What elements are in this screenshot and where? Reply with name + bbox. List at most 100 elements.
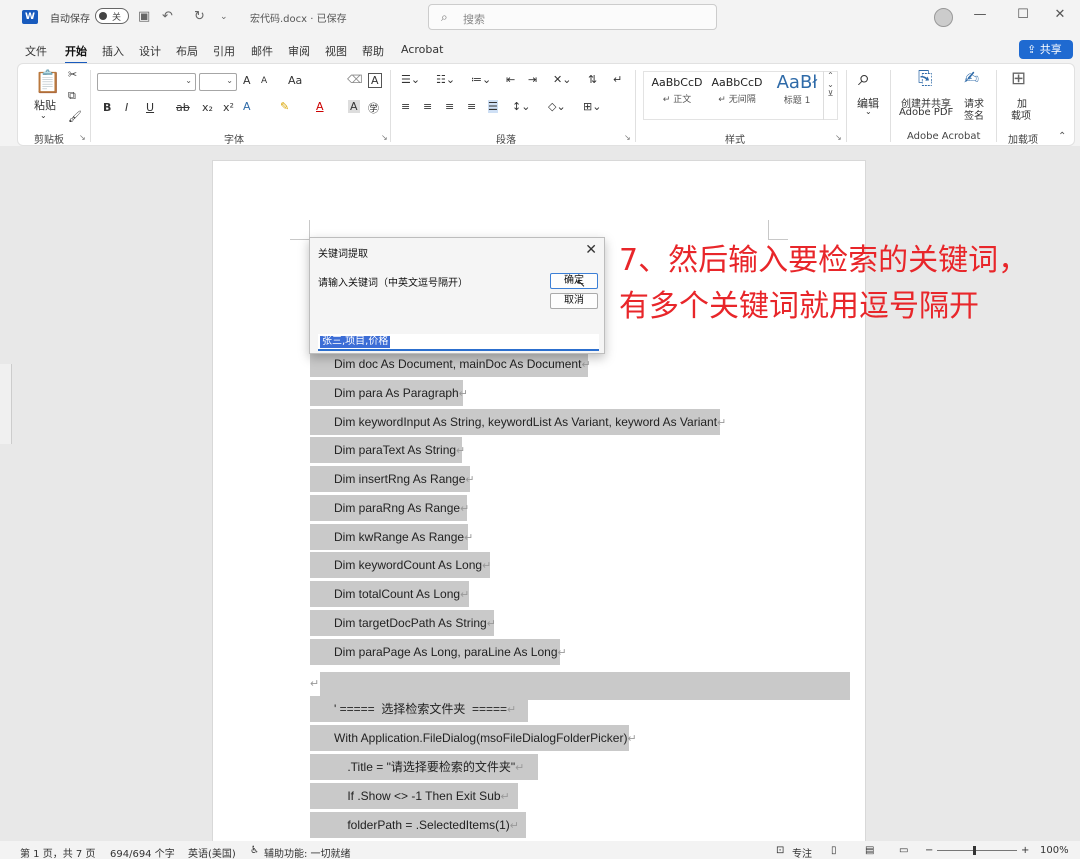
code-line[interactable]: Dim insertRng As Range↵ — [310, 466, 475, 492]
web-layout-icon[interactable]: ▭ — [899, 845, 908, 856]
chinese-layout-icon[interactable]: ✕⌄ — [553, 73, 571, 86]
redo-icon[interactable]: ↻ — [194, 9, 205, 24]
code-line[interactable]: folderPath = .SelectedItems(1)↵ — [310, 812, 526, 838]
char-border-icon[interactable]: A — [368, 73, 382, 88]
tab-review[interactable]: 审阅 — [288, 43, 310, 59]
chevron-down-icon[interactable]: ⌄ — [824, 80, 837, 89]
keyword-input[interactable]: 张三,项目,价格 — [318, 334, 599, 351]
chevron-up-icon[interactable]: ⌃ — [824, 71, 837, 80]
ok-button[interactable]: 确定 — [550, 273, 598, 289]
increase-indent-icon[interactable]: ⇥ — [528, 73, 537, 86]
paragraph-launcher-icon[interactable]: ↘ — [624, 133, 631, 142]
font-launcher-icon[interactable]: ↘ — [381, 133, 388, 142]
addins-icon[interactable]: ⊞ — [1011, 68, 1026, 89]
code-line[interactable]: Dim paraText As String↵ — [310, 437, 465, 463]
grow-font-button[interactable]: A — [243, 74, 251, 87]
language[interactable]: 英语(美国) — [188, 845, 236, 859]
request-sign-label-2[interactable]: 签名 — [964, 107, 984, 122]
code-line[interactable]: Dim totalCount As Long↵ — [310, 581, 469, 607]
addins-label-2[interactable]: 载项 — [1011, 107, 1031, 122]
code-line[interactable]: Dim keywordInput As String, keywordList … — [310, 409, 726, 435]
focus-icon[interactable]: ⊡ — [776, 845, 784, 856]
save-icon[interactable]: ▣ — [138, 9, 150, 24]
shrink-font-button[interactable]: A — [261, 76, 267, 86]
code-line[interactable]: Dim keywordCount As Long↵ — [310, 552, 491, 578]
clipboard-launcher-icon[interactable]: ↘ — [79, 133, 86, 142]
align-center-icon[interactable]: ≡ — [423, 100, 432, 113]
create-pdf-icon[interactable]: ⎘ — [918, 68, 932, 89]
autosave-toggle[interactable]: 关 — [95, 8, 129, 24]
sort-icon[interactable]: ⇅ — [588, 73, 597, 86]
request-sign-icon[interactable]: ✍ — [964, 68, 979, 89]
text-effects-icon[interactable]: A — [243, 100, 251, 113]
tab-mailings[interactable]: 邮件 — [251, 43, 273, 59]
tab-acrobat[interactable]: Acrobat — [401, 43, 443, 56]
read-mode-icon[interactable]: ▯ — [831, 845, 837, 856]
change-case-button[interactable]: Aa — [288, 74, 302, 87]
find-icon[interactable]: ⌕ — [858, 66, 870, 91]
underline-button[interactable]: U — [146, 101, 154, 114]
minimize-icon[interactable]: — — [970, 7, 990, 22]
tab-view[interactable]: 视图 — [325, 43, 347, 59]
code-line[interactable]: Dim kwRange As Range↵ — [310, 524, 473, 550]
multilevel-list-icon[interactable]: ≔⌄ — [471, 73, 491, 86]
show-marks-icon[interactable]: ↵ — [613, 73, 622, 86]
style-heading-1[interactable]: AaBł 标题 1 — [768, 72, 826, 106]
align-left-icon[interactable]: ≡ — [401, 100, 410, 113]
clear-format-icon[interactable]: ⌫ — [347, 73, 363, 86]
format-painter-icon[interactable]: 🖌 — [68, 110, 82, 123]
close-icon[interactable]: ✕ — [1050, 7, 1070, 22]
zoom-out-icon[interactable]: − — [925, 845, 933, 856]
close-icon[interactable]: ✕ — [585, 242, 597, 258]
enclose-char-icon[interactable]: ㊫ — [368, 100, 379, 116]
zoom-in-icon[interactable]: + — [1021, 845, 1029, 856]
tab-file[interactable]: 文件 — [25, 43, 47, 59]
line-spacing-icon[interactable]: ↕⌄ — [512, 100, 530, 113]
tab-layout[interactable]: 布局 — [176, 43, 198, 59]
maximize-icon[interactable]: ☐ — [1013, 7, 1033, 22]
search-input[interactable]: ⌕ 搜索 — [428, 4, 717, 30]
bold-button[interactable]: B — [103, 101, 111, 114]
code-line[interactable]: Dim paraRng As Range↵ — [310, 495, 469, 521]
share-button[interactable]: ⇪ 共享 ⌄ — [1019, 40, 1073, 75]
font-size-select[interactable]: ⌄ — [199, 73, 237, 91]
code-line[interactable]: .Title = "请选择要检索的文件夹"↵ — [310, 754, 538, 780]
highlight-icon[interactable]: ✎ — [280, 100, 289, 113]
code-line[interactable]: Dim para As Paragraph↵ — [310, 380, 468, 406]
strikethrough-button[interactable]: ab — [176, 101, 190, 114]
style-normal[interactable]: AaBbCcD ↵ 正文 — [648, 76, 706, 105]
borders-icon[interactable]: ⊞⌄ — [583, 100, 601, 113]
zoom-slider-thumb[interactable] — [973, 846, 976, 855]
style-no-spacing[interactable]: AaBbCcD ↵ 无间隔 — [708, 76, 766, 105]
accessibility-icon[interactable]: ♿ — [250, 845, 259, 856]
code-line[interactable]: ↵ — [310, 670, 320, 696]
subscript-button[interactable]: x₂ — [202, 101, 213, 114]
document-title[interactable]: 宏代码.docx · 已保存 — [250, 10, 347, 25]
paste-icon[interactable]: 📋 — [34, 70, 61, 95]
cut-icon[interactable]: ✂ — [68, 68, 77, 81]
undo-icon[interactable]: ↶ — [162, 9, 173, 24]
superscript-button[interactable]: x² — [223, 101, 234, 114]
create-pdf-label-2[interactable]: Adobe PDF — [899, 107, 953, 118]
tab-references[interactable]: 引用 — [213, 43, 235, 59]
code-line[interactable]: ' ===== 选择检索文件夹 =====↵ — [310, 696, 528, 722]
distributed-icon[interactable]: ☰ — [488, 100, 498, 113]
justify-icon[interactable]: ≡ — [467, 100, 476, 113]
styles-scroll[interactable]: ⌃ ⌄ ⊻ — [823, 71, 837, 120]
code-line[interactable]: With Application.FileDialog(msoFileDialo… — [310, 725, 637, 751]
code-line[interactable]: Dim doc As Document, mainDoc As Document… — [310, 351, 591, 377]
chevron-down-icon[interactable]: ⌄ — [865, 107, 872, 116]
zoom-level[interactable]: 100% — [1040, 845, 1069, 856]
page-count[interactable]: 第 1 页，共 7 页 — [20, 845, 95, 859]
italic-button[interactable]: I — [125, 101, 128, 114]
cancel-button[interactable]: 取消 — [550, 293, 598, 309]
code-line[interactable]: Dim targetDocPath As String↵ — [310, 610, 496, 636]
tab-insert[interactable]: 插入 — [102, 43, 124, 59]
customize-qat-icon[interactable]: ⌄ — [220, 12, 228, 22]
code-line[interactable]: If .Show <> -1 Then Exit Sub↵ — [310, 783, 518, 809]
styles-launcher-icon[interactable]: ↘ — [835, 133, 842, 142]
avatar[interactable] — [934, 8, 953, 27]
bullets-icon[interactable]: ☰⌄ — [401, 73, 420, 86]
zoom-slider[interactable] — [937, 850, 1017, 851]
decrease-indent-icon[interactable]: ⇤ — [506, 73, 515, 86]
